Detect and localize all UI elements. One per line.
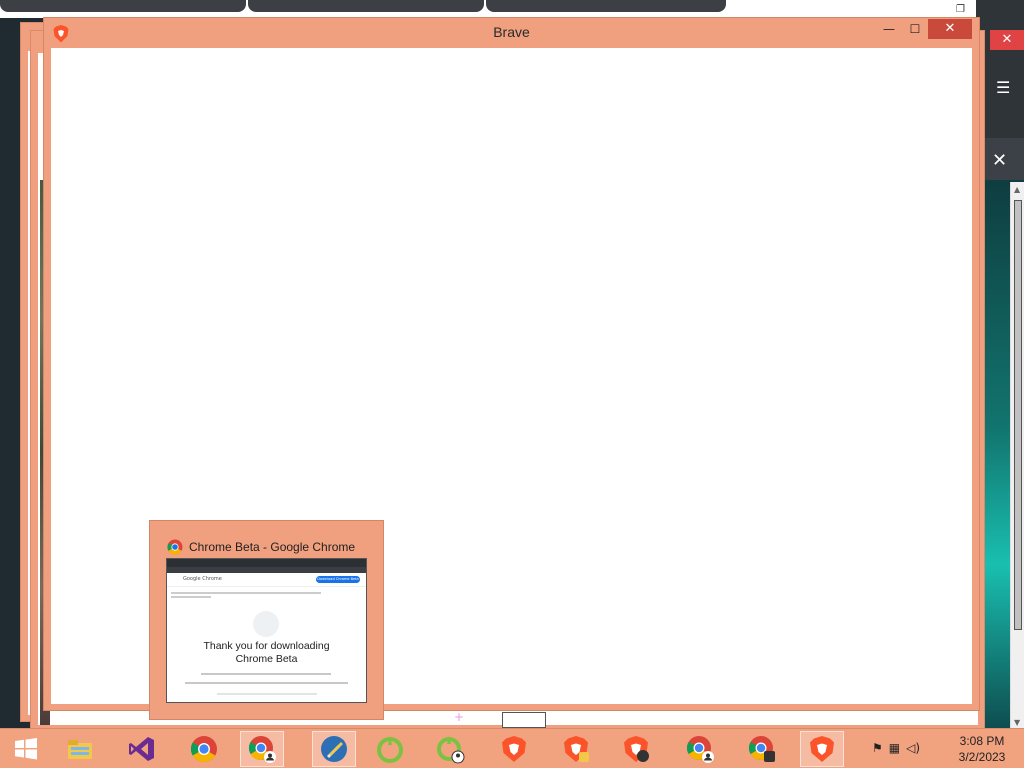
taskbar-visual-studio[interactable] [120,731,164,767]
clock-time: 3:08 PM [959,734,1005,748]
taskbar-chrome-profile-3[interactable] [740,731,784,767]
folder-icon [68,740,92,759]
background-close-icon[interactable]: ✕ [992,150,1007,171]
taskbar-green-app-profile[interactable] [428,731,472,767]
taskbar-brave-active[interactable] [800,731,844,767]
taskbar-chrome-profile-2[interactable] [678,731,722,767]
background-tab[interactable] [486,0,726,12]
taskbar-chrome-beta-profile[interactable] [240,731,284,767]
minimize-button[interactable]: — [878,19,900,39]
windows-logo-icon [15,738,37,760]
taskbar: ⚑ ▦ ◁) 3:08 PM 3/2/2023 [0,728,1024,768]
thumb-heading: Thank you for downloading Chrome Beta [203,640,330,665]
scroll-down-arrow-icon[interactable]: ▼ [1014,718,1020,727]
background-tab[interactable] [0,0,246,12]
background-scrollbar[interactable]: ▲ ▼ [1010,182,1024,730]
background-menu-icon[interactable]: ☰ [996,78,1010,97]
taskbar-brave-beta[interactable] [554,731,598,767]
preview-thumbnail[interactable]: Google Chrome Download Chrome Beta Thank… [166,558,367,703]
taskbar-clock[interactable]: 3:08 PM 3/2/2023 [940,733,1024,765]
visual-studio-icon [129,737,154,761]
green-app-icon [377,736,403,763]
stacked-window-close-button[interactable]: ✕ [990,30,1024,50]
taskbar-green-app[interactable] [368,731,412,767]
network-icon[interactable]: ▦ [889,741,900,755]
background-restore-icon[interactable]: ❐ [956,4,965,15]
action-center-flag-icon[interactable]: ⚑ [872,741,883,755]
chrome-profile-icon [748,736,775,762]
thumb-illustration [253,611,279,637]
brave-icon [810,736,834,762]
taskbar-chrome[interactable] [182,731,226,767]
desktop-window-fragment [502,712,546,728]
window-title: Brave [493,24,530,40]
chrome-profile-icon [686,736,714,763]
close-button[interactable]: ✕ [928,19,972,39]
brave-beta-icon [564,736,589,762]
scroll-up-arrow-icon[interactable]: ▲ [1014,185,1020,194]
background-tab[interactable] [248,0,484,12]
taskbar-brave[interactable] [492,731,536,767]
taskbar-tools[interactable] [312,731,356,767]
brave-icon [502,736,526,762]
tools-icon [321,736,347,762]
brave-titlebar[interactable]: Brave — ☐ ✕ [44,18,979,48]
volume-icon[interactable]: ◁) [906,741,920,755]
preview-window-title: Chrome Beta - Google Chrome [189,540,356,554]
chrome-icon [190,736,217,763]
green-app-profile-icon [437,736,465,764]
taskbar-file-explorer[interactable] [58,731,102,767]
taskbar-thumbnail-preview[interactable]: Chrome Beta - Google Chrome Google Chrom… [149,520,384,720]
start-button[interactable] [4,731,48,767]
thumb-download-button: Download Chrome Beta [316,576,360,583]
chrome-profile-icon [248,736,276,763]
clock-date: 3/2/2023 [958,750,1006,764]
brave-nightly-icon [624,736,649,762]
maximize-button[interactable]: ☐ [904,19,926,39]
taskbar-brave-nightly[interactable] [614,731,658,767]
desktop-plus-icon: + [454,710,465,724]
chrome-beta-icon [167,539,183,555]
scrollbar-thumb[interactable] [1014,200,1022,630]
system-tray: ⚑ ▦ ◁) [872,741,920,755]
thumb-brand: Google Chrome [183,576,222,582]
